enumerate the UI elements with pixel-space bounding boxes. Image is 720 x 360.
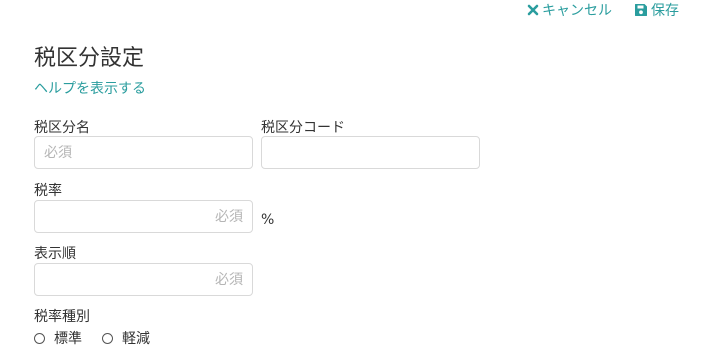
page-title: 税区分設定 — [34, 46, 145, 71]
cancel-button-label: キャンセル — [542, 3, 612, 19]
tax-name-label: 税区分名 — [34, 120, 90, 136]
tax-code-input[interactable] — [261, 136, 480, 169]
tax-rate-input[interactable] — [34, 200, 253, 233]
tax-rate-label: 税率 — [34, 183, 62, 199]
tax-rate-type-label: 税率種別 — [34, 309, 90, 325]
radio-standard-label: 標準 — [54, 331, 82, 347]
help-link[interactable]: ヘルプを表示する — [34, 78, 146, 98]
tax-name-input[interactable] — [34, 136, 253, 169]
toolbar: キャンセル 保存 — [527, 0, 679, 20]
radio-reduced-label: 軽減 — [122, 331, 150, 347]
tax-code-label: 税区分コード — [261, 120, 345, 136]
cancel-button[interactable]: キャンセル — [527, 0, 612, 20]
radio-standard[interactable]: 標準 — [34, 328, 82, 348]
display-order-input[interactable] — [34, 263, 253, 296]
radio-reduced[interactable]: 軽減 — [102, 328, 150, 348]
tax-rate-type-radio-group: 標準 軽減 — [34, 328, 170, 348]
radio-circle-icon — [102, 332, 113, 344]
radio-circle-icon — [34, 332, 45, 344]
save-button-label: 保存 — [651, 3, 679, 19]
tax-rate-unit: % — [261, 212, 275, 228]
close-icon — [527, 4, 539, 16]
floppy-disk-icon — [634, 3, 648, 17]
save-button[interactable]: 保存 — [634, 0, 679, 20]
display-order-label: 表示順 — [34, 246, 76, 262]
